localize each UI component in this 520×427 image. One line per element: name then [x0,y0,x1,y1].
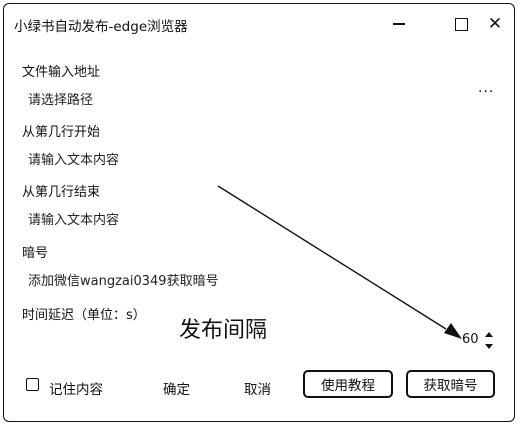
remember-checkbox[interactable] [26,378,39,391]
arrow-annotation [217,185,462,339]
tutorial-button[interactable]: 使用教程 [303,370,393,398]
remember-label: 记住内容 [49,382,103,398]
spin-down-icon[interactable] [485,344,493,349]
spin-up-icon[interactable] [485,332,493,337]
delay-stepper[interactable]: 60 [462,332,479,347]
ok-button[interactable]: 确定 [163,378,190,398]
publish-interval-annotation: 发布间隔 [179,318,268,343]
cancel-button[interactable]: 取消 [244,378,271,398]
tutorial-button-label: 使用教程 [321,378,375,394]
get-code-button[interactable]: 获取暗号 [406,370,495,398]
get-code-button-label: 获取暗号 [423,378,478,394]
